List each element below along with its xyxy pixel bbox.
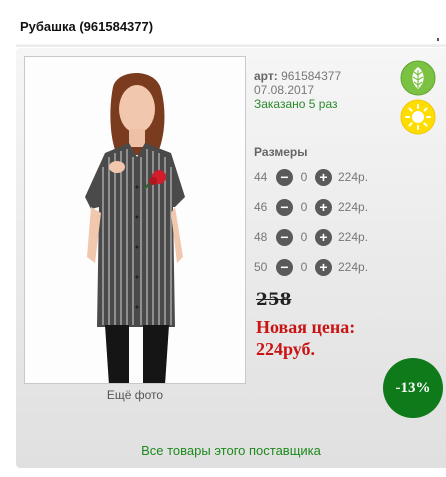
size-price: 224р. (338, 230, 369, 244)
product-photo[interactable] (24, 56, 246, 384)
ordered-count: Заказано 5 раз (254, 97, 338, 111)
size-label: 44 (254, 170, 268, 184)
leaf-icon (400, 60, 436, 96)
decrease-button[interactable]: − (276, 228, 293, 246)
size-row-50: 50 − 0 + 224р. (254, 258, 368, 276)
more-photo-link[interactable]: Ещё фото (24, 388, 246, 402)
art-label: арт: (254, 69, 278, 83)
product-photo-image (25, 57, 245, 383)
increase-button[interactable]: + (315, 168, 332, 186)
old-price: 258 (256, 290, 292, 310)
increase-button[interactable]: + (315, 258, 332, 276)
divider (437, 38, 439, 41)
size-row-44: 44 − 0 + 224р. (254, 168, 368, 186)
sizes-title: Размеры (254, 145, 308, 159)
product-date: 07.08.2017 (254, 83, 315, 97)
size-price: 224р. (338, 260, 369, 274)
quantity-value: 0 (300, 170, 308, 184)
new-price-value: 224руб. (256, 339, 316, 359)
decrease-button[interactable]: − (276, 198, 293, 216)
size-price: 224р. (338, 200, 369, 214)
sun-icon (400, 99, 436, 135)
card-top-edge (16, 44, 446, 47)
size-price: 224р. (338, 170, 369, 184)
new-price: Новая цена: 224руб. (256, 316, 426, 360)
size-label: 48 (254, 230, 268, 244)
quantity-value: 0 (300, 200, 308, 214)
supplier-products-link[interactable]: Все товары этого поставщика (16, 443, 446, 458)
decrease-button[interactable]: − (276, 258, 293, 276)
increase-button[interactable]: + (315, 228, 332, 246)
quantity-value: 0 (300, 260, 308, 274)
product-title: Рубашка (961584377) (20, 19, 154, 34)
discount-badge: -13% (383, 358, 443, 418)
size-row-48: 48 − 0 + 224р. (254, 228, 368, 246)
size-label: 50 (254, 260, 268, 274)
quantity-value: 0 (300, 230, 308, 244)
size-label: 46 (254, 200, 268, 214)
product-info: арт: 961584377 07.08.2017 Заказано 5 раз (254, 69, 341, 111)
art-value: 961584377 (281, 69, 342, 83)
new-price-label: Новая цена: (256, 317, 356, 337)
size-row-46: 46 − 0 + 224р. (254, 198, 368, 216)
decrease-button[interactable]: − (276, 168, 293, 186)
increase-button[interactable]: + (315, 198, 332, 216)
